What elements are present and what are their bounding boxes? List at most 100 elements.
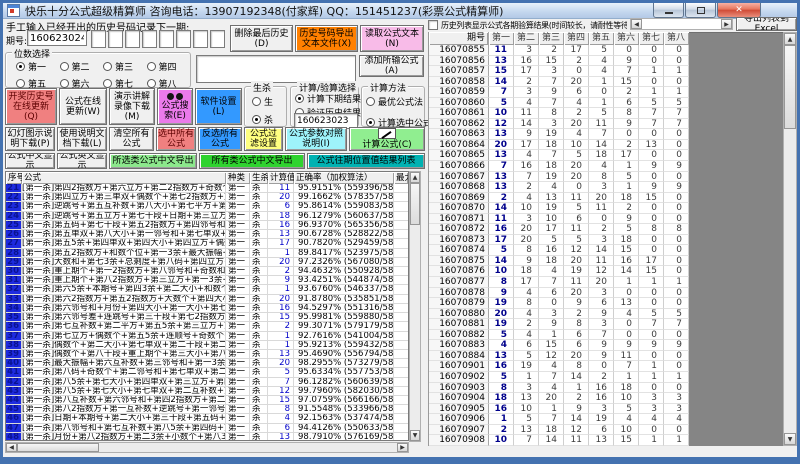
history-row[interactable]: 160708611011825877 (429, 108, 688, 119)
formula-column-header[interactable]: 种类 (226, 172, 250, 184)
chinese-display-button[interactable]: 公式中文显示 (5, 153, 55, 169)
history-row[interactable]: 160709051610193533 (429, 404, 688, 415)
maximize-button[interactable] (685, 3, 716, 18)
formula-table-hscrollbar[interactable]: ◀ ▶ (5, 442, 409, 453)
export-history-text-button[interactable]: 历史号码导出文本文件(X) (295, 25, 358, 52)
formula-row[interactable]: 21[第一杀]第四2指数方+第六立方+第二2指数方+奇数个+大数第一杀1195.… (6, 184, 408, 193)
digit-option-第三[interactable]: 第三 (103, 60, 147, 73)
formula-column-header[interactable]: 计算值 (268, 172, 294, 184)
history-row[interactable]: 160708692413112018150 (429, 193, 688, 204)
formula-row[interactable]: 28[第一杀]第五2指数方+和数个位+第一3余+最大振幅+第四5余第一杀189.… (6, 249, 408, 258)
formula-entry-input[interactable] (196, 55, 356, 83)
history-row[interactable]: 1607086713719208500 (429, 172, 688, 183)
history-row[interactable]: 1607086671618204199 (429, 161, 688, 172)
history-number-box[interactable] (193, 30, 208, 48)
formula-row[interactable]: 44[第一杀]第八互补数+第六邻号和+第四2指数方+第二立方+第第一杀1597.… (6, 396, 408, 405)
scroll-thumb[interactable] (784, 45, 796, 129)
history-number-box[interactable] (210, 30, 225, 48)
history-row[interactable]: 16070884135122091100 (429, 351, 688, 362)
formula-row[interactable]: 36[第一杀]第七互补数+第二平方+第五5余+第三立方+第七2指第一杀299.3… (6, 322, 408, 331)
close-button[interactable]: ✕ (717, 3, 761, 18)
position-results-button[interactable]: 公式往期位置值结果列表 (307, 153, 425, 169)
formula-column-header[interactable]: 序号 (6, 172, 22, 184)
minimize-button[interactable] (653, 3, 684, 18)
history-number-box[interactable] (108, 30, 123, 48)
history-row[interactable]: 16070883461569999 (429, 340, 688, 351)
formula-row[interactable]: 42[第一杀]第八5余+第七大小+第四单双+第三立方+第四5余+第第一杀796.… (6, 378, 408, 387)
history-online-update-button[interactable]: 开奖历史号在线更新(Q) (5, 88, 57, 125)
history-row[interactable]: 1607086513475181700 (429, 150, 688, 161)
history-column-header[interactable]: 第五 (589, 32, 614, 45)
history-column-header[interactable]: 第六 (614, 32, 639, 45)
history-row[interactable]: 1607088254167000 (429, 330, 688, 341)
history-row[interactable]: 1607086420171810142130 (429, 140, 688, 151)
history-row[interactable]: 160709011619480710 (429, 361, 688, 372)
history-table-vscrollbar[interactable]: ▲ ▼ (783, 32, 797, 446)
history-row[interactable]: 160708631391947000 (429, 129, 688, 140)
formula-row[interactable]: 45[第一杀]第八2指数方+第一互补数+逆跳号+第一邻号差+第八第一杀891.5… (6, 405, 408, 414)
scroll-thumb[interactable] (17, 443, 99, 452)
read-formula-text-button[interactable]: 读取公式文本(N) (360, 25, 424, 52)
export-selected-formulas-button[interactable]: 所选类公式中文导出 (109, 153, 197, 169)
history-row[interactable]: 1607085814272011500 (429, 77, 688, 88)
history-row[interactable]: 1607087610184191214150 (429, 266, 688, 277)
formula-column-header[interactable]: 生杀 (250, 172, 268, 184)
digit-option-第一[interactable]: 第一 (16, 60, 60, 73)
formula-row[interactable]: 35[第一杀]第六邻号差+连跳号+第三十段+第七2指数方+偶数和第一杀1595.… (6, 313, 408, 322)
history-row[interactable]: 1607085613161524900 (429, 56, 688, 67)
scroll-up-icon[interactable]: ▲ (784, 33, 796, 45)
formula-row[interactable]: 48[第一杀]月份+第八2指数方+第二3余+小数个+第八3余+第三第一杀1398… (6, 433, 408, 441)
scroll-right-icon[interactable]: ▶ (721, 19, 732, 29)
history-row[interactable]: 160708711131060900 (429, 214, 688, 225)
formula-row[interactable]: 29[第一杀]大数和+第七3余+总剩度+第八码+第四立方+第四互第一杀2097.… (6, 258, 408, 267)
history-column-header[interactable]: 第一 (489, 32, 514, 45)
formula-table-vscrollbar[interactable]: ▲ ▼ (409, 171, 421, 442)
formula-search-button[interactable]: 公式搜索(E) (157, 88, 193, 125)
add-formula-button[interactable]: 添加所输公式(A) (359, 55, 424, 77)
history-row[interactable]: 160708791980961300 (429, 298, 688, 309)
formula-row[interactable]: 32[第一杀]第六5余+本期号+第四3余+第二大小+和数个位+第四第一杀193.… (6, 285, 408, 294)
history-row[interactable]: 16070868132403199 (429, 182, 688, 193)
formula-column-header[interactable]: 公式 (22, 172, 226, 184)
formula-row[interactable]: 40[第一杀]最大振幅+第六互补数+第三邻号和+第一3余+第三单第一杀2098.… (6, 359, 408, 368)
header-mini-scrollbar[interactable]: ◀ ▶ (630, 18, 733, 30)
history-row[interactable]: 16070870141019511200 (429, 203, 688, 214)
formula-row[interactable]: 23[第一杀]逆跳号+第五互补数+第八大小+第七平方+第二2指数第一杀695.8… (6, 202, 408, 211)
history-column-header[interactable]: 第三 (539, 32, 564, 45)
demo-video-download-button[interactable]: 演示讲解录像下载(M) (109, 88, 155, 125)
scroll-thumb[interactable] (410, 183, 420, 225)
formula-online-update-button[interactable]: 公式在线更新(W) (59, 88, 107, 125)
history-number-box[interactable] (91, 30, 106, 48)
digit-option-第四[interactable]: 第四 (147, 60, 191, 73)
history-row[interactable]: 1607085973960211 (429, 87, 688, 98)
history-results-checkbox[interactable] (428, 20, 438, 30)
history-number-box[interactable] (142, 30, 157, 48)
formula-row[interactable]: 30[第一杀]重上期个+第一2指数方+第八邻号和+奇数和+第七2第一杀294.4… (6, 267, 408, 276)
formula-row[interactable]: 43[第一杀]第八5余+第七大小+第七单双+第二互补数+第一邻号第一杀1299.… (6, 387, 408, 396)
history-number-box[interactable] (176, 30, 191, 48)
scroll-left-icon[interactable]: ◀ (6, 443, 17, 452)
history-row[interactable]: 160709041813202161033 (429, 393, 688, 404)
formula-row[interactable]: 47[第一杀]第八邻号和+第七互补数+第八5余+第四码+第五3余第一杀694.4… (6, 424, 408, 433)
formula-row[interactable]: 41[第一杀]第八码+奇数个+第二邻号和+第七单双+第二5余+第第一杀595.6… (6, 368, 408, 377)
history-row[interactable]: 16070880204329455 (429, 309, 688, 320)
scroll-down-icon[interactable]: ▼ (784, 433, 796, 445)
param-reference-button[interactable]: 公式参数对照说明(I) (285, 127, 347, 151)
history-row[interactable]: 160708571517304711 (429, 66, 688, 77)
scroll-down-icon[interactable]: ▼ (410, 430, 420, 441)
sha-option-生[interactable]: 生 (252, 95, 286, 108)
scroll-up-icon[interactable]: ▲ (410, 172, 420, 183)
history-column-header[interactable]: 第四 (564, 32, 589, 45)
history-row[interactable]: 1607087514918201116170 (429, 256, 688, 267)
sha-option-杀[interactable]: 杀 (252, 113, 286, 126)
export-to-excel-button[interactable]: 导出列表到Excel (736, 17, 797, 31)
history-row[interactable]: 16070881192983077 (429, 319, 688, 330)
formula-row[interactable]: 33[第一杀]第六2指数方+第五2指数方+大数个+第四大小+第八第一杀2091.… (6, 295, 408, 304)
select-all-formulas-button[interactable]: 选中所有公式 (156, 127, 196, 151)
history-number-box[interactable] (125, 30, 140, 48)
formula-row[interactable]: 34[第一杀]第六邻号和+月份+第四大小+第一大小+第七互补数第一杀1694.5… (6, 304, 408, 313)
history-row[interactable]: 16070902517142111 (429, 372, 688, 383)
history-column-header[interactable]: 第七 (639, 32, 664, 45)
history-row[interactable]: 16070874581612141500 (429, 245, 688, 256)
formula-filter-settings-button[interactable]: 公式过滤设置 (244, 127, 283, 151)
